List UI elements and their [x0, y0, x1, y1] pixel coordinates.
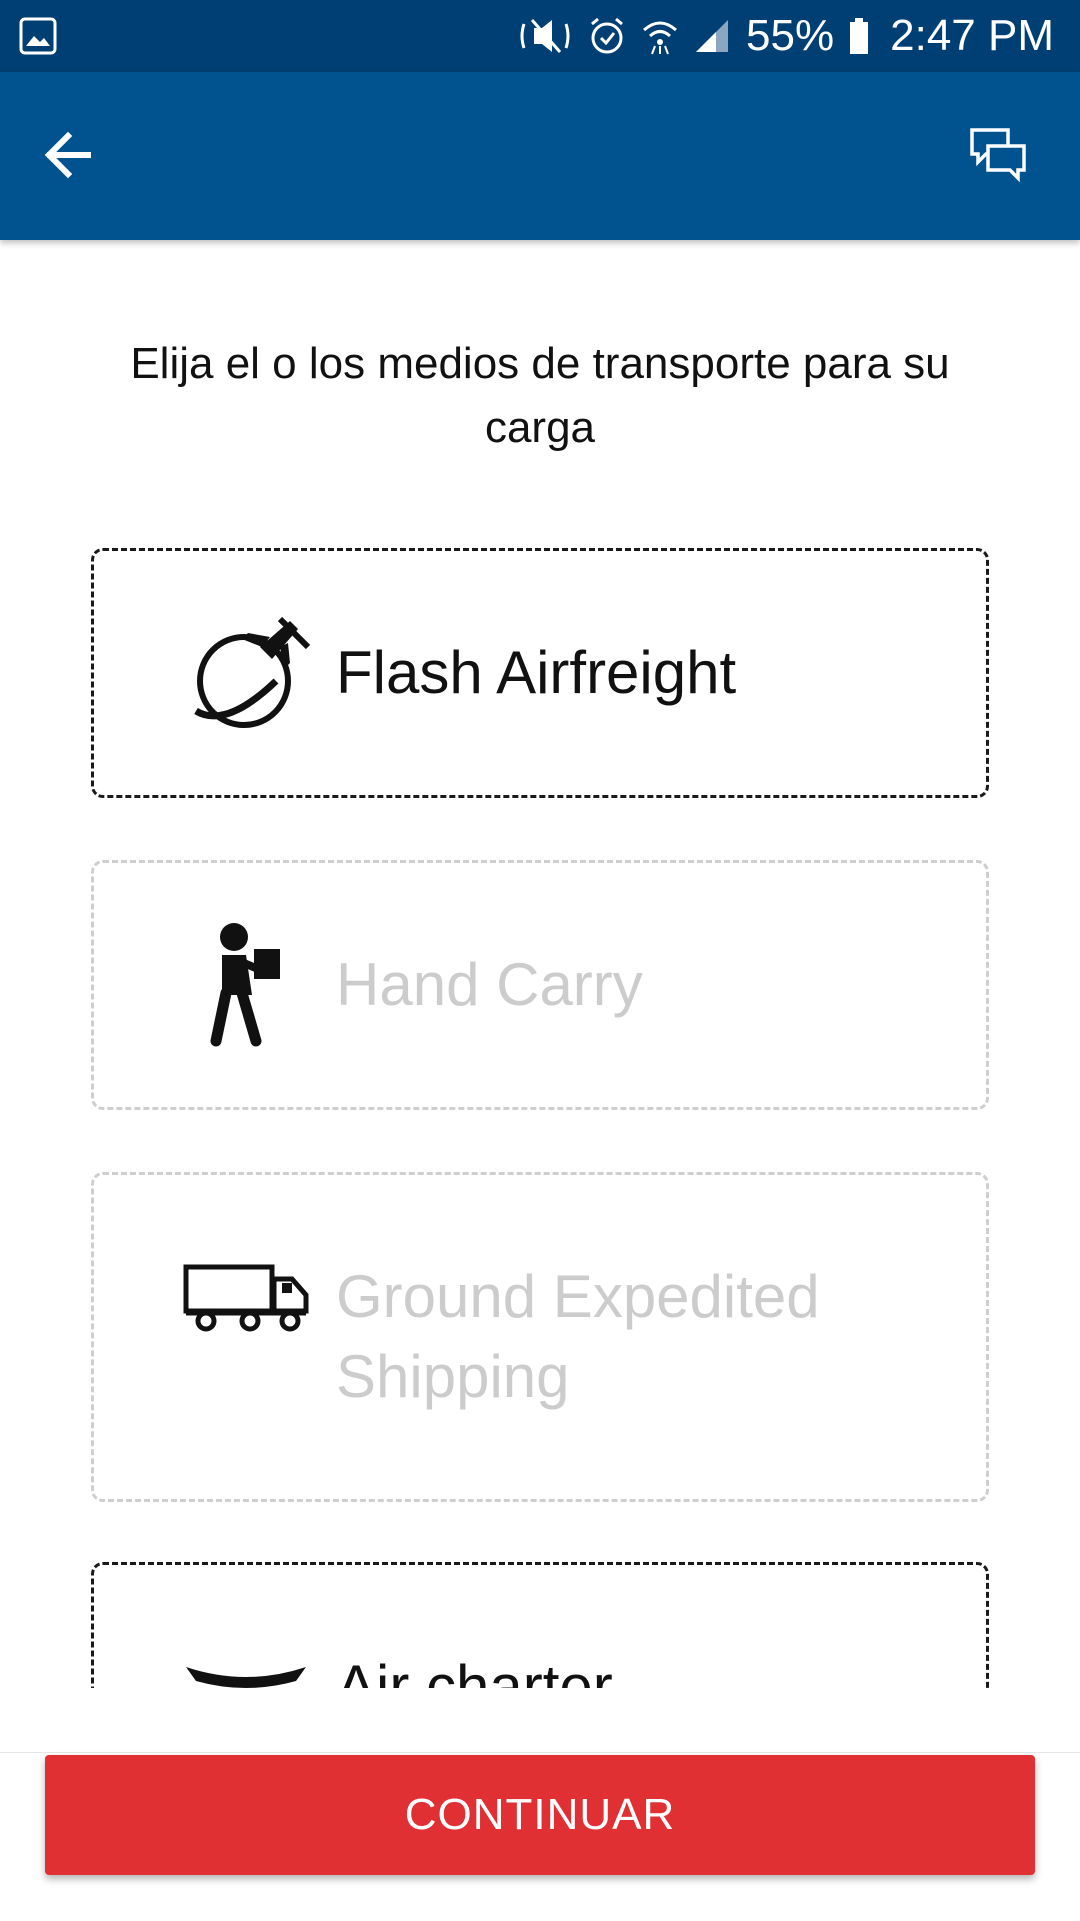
status-bar: 55% 2:47 PM — [0, 0, 1080, 72]
clock: 2:47 PM — [890, 11, 1054, 60]
app-bar — [0, 72, 1080, 240]
signal-icon — [696, 20, 729, 52]
option-ground-expedited-shipping[interactable]: Ground Expedited Shipping — [91, 1172, 989, 1502]
person-carrying-box-icon — [210, 923, 280, 1047]
battery-percent: 55% — [746, 11, 835, 60]
chat-icon[interactable] — [966, 124, 1030, 188]
wifi-icon — [643, 21, 678, 55]
mute-icon — [520, 19, 570, 53]
battery-icon — [850, 18, 869, 54]
option-label: Hand Carry — [336, 951, 643, 1018]
continue-button[interactable]: CONTINUAR — [45, 1755, 1035, 1875]
truck-icon — [183, 1264, 309, 1332]
back-arrow-icon[interactable] — [36, 122, 102, 188]
option-label: Air charter — [336, 1653, 613, 1688]
plane-globe-icon — [194, 616, 310, 728]
option-label: Flash Airfreight — [336, 639, 737, 706]
alarm-icon — [591, 17, 624, 54]
gallery-icon — [19, 17, 57, 55]
option-label: Ground Expedited Shipping — [336, 1263, 820, 1410]
instruction-text: Elija el o los medios de transporte para… — [130, 339, 950, 452]
content-area: Elija el o los medios de transporte para… — [0, 240, 1080, 1688]
airplane-icon — [186, 1667, 306, 1688]
option-air-charter[interactable]: Air charter — [91, 1562, 989, 1688]
option-flash-airfreight[interactable]: Flash Airfreight — [91, 548, 989, 798]
option-hand-carry[interactable]: Hand Carry — [91, 860, 989, 1110]
status-icons: 55% 2:47 PM — [520, 0, 1054, 72]
